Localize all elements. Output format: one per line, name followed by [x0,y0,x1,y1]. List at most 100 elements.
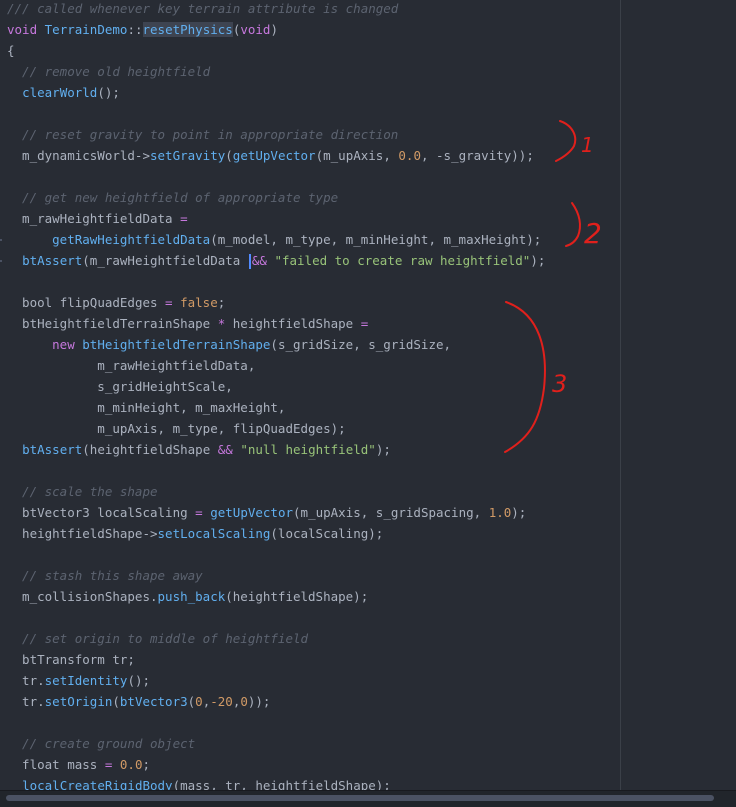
horizontal-scrollbar[interactable] [0,790,736,807]
code-line: m_dynamicsWorld->setGravity(getUpVector(… [7,145,534,166]
code-token: btHeightfieldTerrainShape [82,337,271,352]
code-token: (); [97,85,120,100]
code-token: void [7,22,45,37]
code-token: 0 [240,694,248,709]
code-token: m_rawHeightfieldData [7,211,181,226]
code-token: m_upAxis, m_type, flipQuadEdges); [7,421,346,436]
code-token: (m_rawHeightfieldData [82,253,248,268]
code-token: setGravity [150,148,226,163]
code-token: ; [217,295,226,310]
code-token: = [360,316,369,331]
code-line: btTransform tr; [7,649,135,670]
code-editor[interactable]: /// called whenever key terrain attribut… [0,0,736,793]
code-token: m_collisionShapes. [7,589,158,604]
code-line: m_collisionShapes.push_back(heightfieldS… [7,586,368,607]
code-token: // get new heightfield of appropriate ty… [7,190,339,205]
gutter-marker [0,239,2,241]
code-token: push_back [157,589,226,604]
code-token: ); [375,442,391,457]
code-token: // reset gravity to point in appropriate… [7,127,399,142]
scrollbar-thumb[interactable] [6,795,714,801]
code-token: false [180,295,218,310]
code-token: getRawHeightfieldData [52,232,211,247]
code-token: (s_gridSize, s_gridSize, [270,337,452,352]
code-line: /// called whenever key terrain attribut… [7,0,398,19]
code-token: getUpVector [232,148,316,163]
code-token: (m_model, m_type, m_minHeight, m_maxHeig… [210,232,542,247]
code-line: m_rawHeightfieldData = [7,208,188,229]
wrap-guide [620,0,621,790]
code-token: btVector3 localScaling [7,505,196,520]
code-token: ( [225,148,233,163]
code-token: resetPhysics [142,22,233,37]
code-token: ) [270,22,278,37]
code-line: m_minHeight, m_maxHeight, [7,397,285,418]
gutter-marker [0,260,2,262]
code-token: (m_upAxis, s_gridSpacing, [293,505,489,520]
code-token: m_minHeight, m_maxHeight, [7,400,286,415]
code-token: TerrainDemo [44,22,128,37]
code-line: // stash this shape away [7,565,203,586]
code-line: float mass = 0.0; [7,754,150,775]
code-token: float mass [7,757,105,772]
code-line: btVector3 localScaling = getUpVector(m_u… [7,502,526,523]
code-token: bool [7,295,60,310]
code-token: btAssert [22,442,83,457]
code-token: tr. [7,694,45,709]
code-token: btAssert [22,253,83,268]
code-token: (heightfieldShape); [225,589,369,604]
code-token: )); [247,694,271,709]
code-token: void [240,22,271,37]
code-token: tr. [7,673,45,688]
code-line: // remove old heightfield [7,61,210,82]
code-token: m_rawHeightfieldData, [7,358,256,373]
code-token: setIdentity [44,673,128,688]
code-line: btAssert(m_rawHeightfieldData && "failed… [7,250,545,271]
code-token: btTransform tr; [7,652,135,667]
code-line: heightfieldShape->setLocalScaling(localS… [7,523,383,544]
code-line: // create ground object [7,733,195,754]
code-token: heightfieldShape-> [7,526,158,541]
code-token: setOrigin [44,694,113,709]
text-cursor [248,254,251,269]
code-token: = [165,295,173,310]
code-token: 1.0 [488,505,512,520]
code-token: // stash this shape away [7,568,203,583]
code-line: getRawHeightfieldData(m_model, m_type, m… [7,229,541,250]
code-line: tr.setIdentity(); [7,670,150,691]
code-token: ); [511,505,527,520]
code-token: getUpVector [210,505,294,520]
code-token: -20 [210,694,233,709]
code-line: void TerrainDemo::resetPhysics(void) [7,19,278,40]
code-token: 0.0 [119,757,143,772]
code-token: ; [142,757,151,772]
code-token: btVector3 [119,694,188,709]
code-line: { [7,40,15,61]
code-token: = [180,211,188,226]
code-token: && [251,253,267,268]
code-token: clearWorld [22,85,98,100]
code-token: 0 [195,694,203,709]
code-line: new btHeightfieldTerrainShape(s_gridSize… [7,334,451,355]
code-token: // create ground object [7,736,196,751]
code-token: = [195,505,203,520]
code-token: btHeightfieldTerrainShape [7,316,218,331]
code-token: m_dynamicsWorld-> [7,148,150,163]
code-token: "failed to create raw heightfield" [274,253,531,268]
code-line: // set origin to middle of heightfield [7,628,308,649]
code-line: // get new heightfield of appropriate ty… [7,187,338,208]
code-token: (m_upAxis, [315,148,399,163]
code-line: clearWorld(); [7,82,120,103]
code-line: m_rawHeightfieldData, [7,355,255,376]
code-token: ( [112,694,120,709]
code-token: { [7,43,15,58]
code-token: "null heightfield" [240,442,376,457]
code-line: // scale the shape [7,481,157,502]
code-token: heightfieldShape [225,316,361,331]
